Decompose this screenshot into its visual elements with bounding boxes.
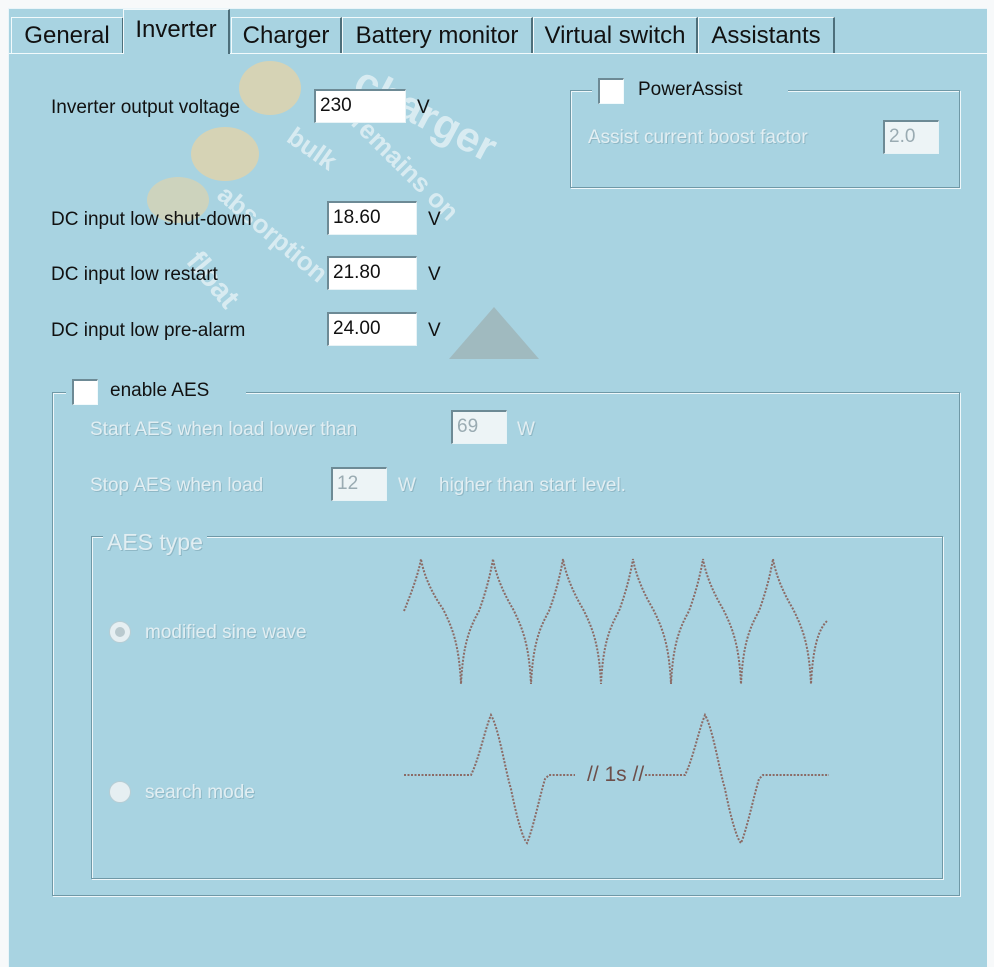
inverter-output-voltage-unit: V xyxy=(417,97,430,118)
tab-inverter[interactable]: Inverter xyxy=(123,9,230,54)
enable-aes-label: enable AES xyxy=(110,380,210,401)
aes-stop-label: Stop AES when load xyxy=(90,475,264,496)
search-pulse-interval-label: // 1s // xyxy=(587,763,645,786)
dc-restart-label: DC input low restart xyxy=(51,264,218,285)
aes-type-legend: AES type xyxy=(103,529,207,556)
inverter-settings-panel: General Inverter Charger Battery monitor… xyxy=(8,8,987,967)
watermark-blob-2 xyxy=(191,127,259,181)
powerassist-legend: PowerAssist xyxy=(592,78,788,106)
tab-assistants[interactable]: Assistants xyxy=(698,17,835,54)
modified-sine-label: modified sine wave xyxy=(145,622,307,643)
watermark-word-absorption: absorption xyxy=(211,179,334,289)
watermark-triangle xyxy=(449,307,539,359)
watermark-blob-1 xyxy=(239,61,301,115)
radio-selected-dot xyxy=(115,627,125,637)
aes-start-unit: W xyxy=(517,419,535,440)
dc-prealarm-unit: V xyxy=(428,320,441,341)
aes-stop-suffix: higher than start level. xyxy=(439,475,626,496)
aes-legend: enable AES xyxy=(66,379,246,407)
inverter-output-voltage-label: Inverter output voltage xyxy=(51,97,241,118)
modified-sine-radio[interactable] xyxy=(109,621,131,643)
watermark-word-bulk: bulk xyxy=(281,121,343,177)
inverter-output-voltage-input[interactable]: 230 xyxy=(314,89,406,123)
modified-sine-waveform xyxy=(403,558,828,685)
powerassist-checkbox[interactable] xyxy=(598,78,624,104)
enable-aes-checkbox[interactable] xyxy=(72,379,98,405)
aes-start-label: Start AES when load lower than xyxy=(90,419,358,440)
dc-restart-input[interactable]: 21.80 xyxy=(327,256,417,290)
assist-boost-label: Assist current boost factor xyxy=(588,127,808,148)
dc-shutdown-input[interactable]: 18.60 xyxy=(327,201,417,235)
dc-prealarm-input[interactable]: 24.00 xyxy=(327,312,417,346)
search-mode-radio[interactable] xyxy=(109,781,131,803)
aes-stop-unit: W xyxy=(398,475,416,496)
dc-shutdown-unit: V xyxy=(428,209,441,230)
dc-prealarm-label: DC input low pre-alarm xyxy=(51,320,246,341)
aes-stop-input[interactable]: 12 xyxy=(331,467,387,501)
dc-restart-unit: V xyxy=(428,264,441,285)
dc-shutdown-label: DC input low shut-down xyxy=(51,209,252,230)
aes-start-input[interactable]: 69 xyxy=(451,410,507,444)
powerassist-label: PowerAssist xyxy=(638,79,743,100)
assist-boost-input[interactable]: 2.0 xyxy=(883,120,939,154)
tab-general[interactable]: General xyxy=(11,17,124,54)
search-mode-label: search mode xyxy=(145,782,255,803)
